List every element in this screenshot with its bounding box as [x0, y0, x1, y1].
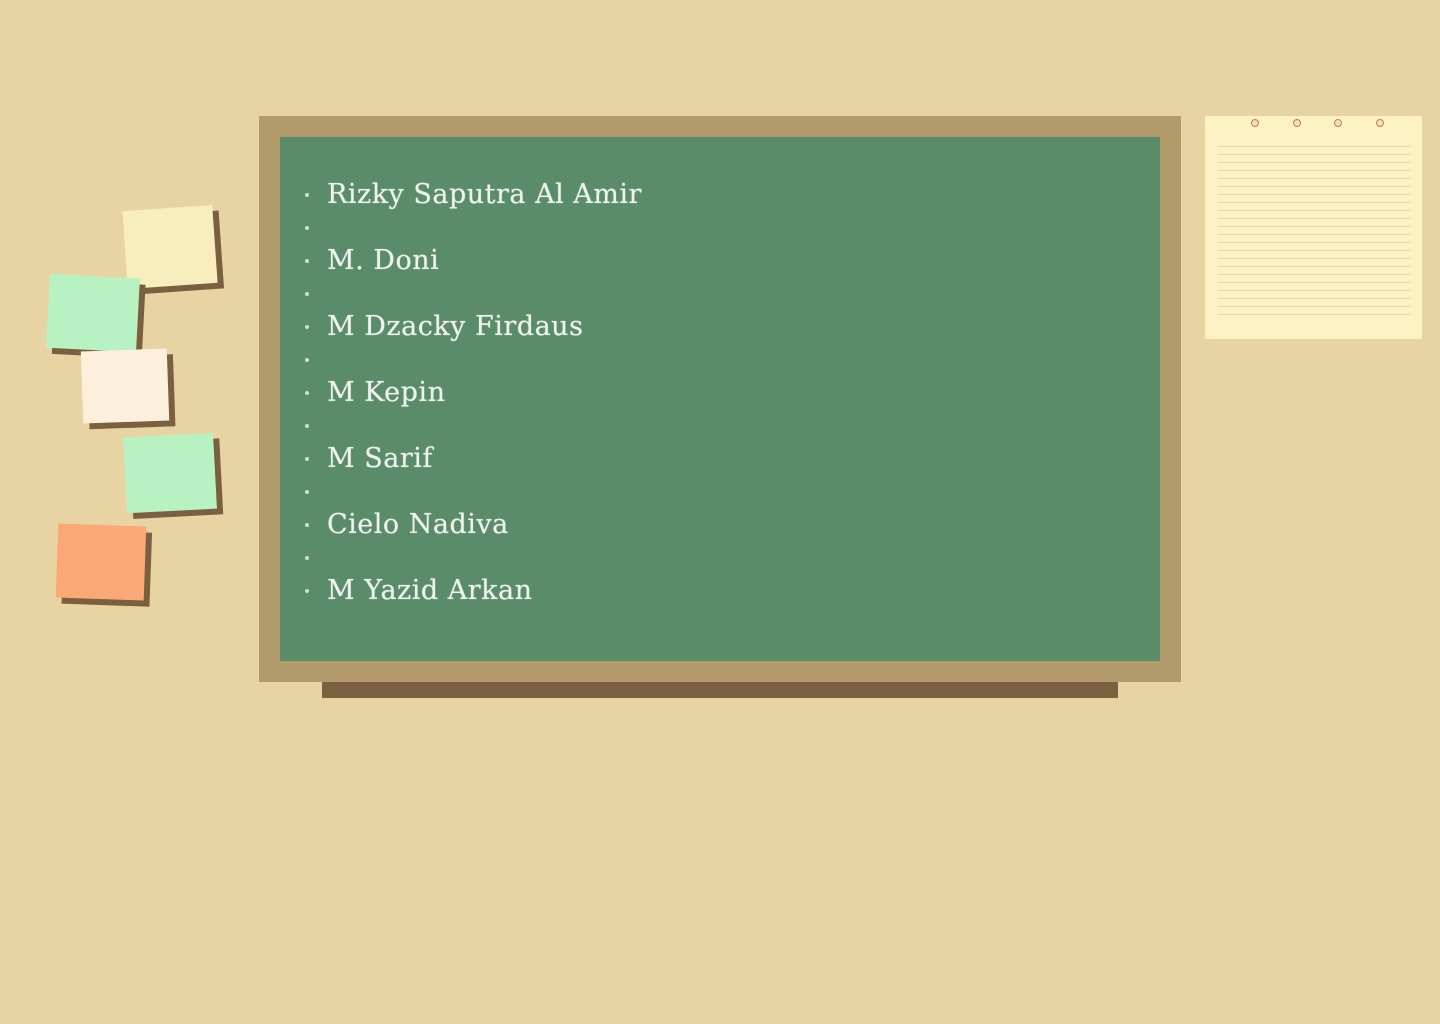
list-item	[280, 277, 1160, 310]
list-item	[280, 475, 1160, 508]
list-item	[280, 211, 1160, 244]
ring-icon	[1334, 119, 1342, 127]
list-item	[280, 409, 1160, 442]
sticky-note-cream	[80, 348, 170, 424]
ring-icon	[1251, 119, 1259, 127]
list-item: Cielo Nadiva	[280, 508, 1160, 541]
name-list: Rizky Saputra Al Amir M. Doni M Dzacky F…	[280, 178, 1160, 607]
notepad-binding	[1205, 119, 1422, 129]
ring-icon	[1293, 119, 1301, 127]
sticky-note-green-2	[123, 432, 217, 514]
chalk-tray	[322, 682, 1118, 698]
notepad-lines	[1218, 146, 1410, 321]
notepad	[1205, 116, 1422, 339]
list-item	[280, 343, 1160, 376]
chalkboard-frame: Rizky Saputra Al Amir M. Doni M Dzacky F…	[259, 116, 1181, 682]
list-item	[280, 541, 1160, 574]
list-item: Rizky Saputra Al Amir	[280, 178, 1160, 211]
list-item: M Kepin	[280, 376, 1160, 409]
list-item: M Dzacky Firdaus	[280, 310, 1160, 343]
sticky-note-green	[46, 273, 140, 353]
list-item: M. Doni	[280, 244, 1160, 277]
chalkboard: Rizky Saputra Al Amir M. Doni M Dzacky F…	[280, 137, 1160, 661]
list-item: M Yazid Arkan	[280, 574, 1160, 607]
sticky-note-yellow	[122, 204, 218, 290]
ring-icon	[1376, 119, 1384, 127]
list-item: M Sarif	[280, 442, 1160, 475]
sticky-note-orange	[55, 523, 147, 601]
